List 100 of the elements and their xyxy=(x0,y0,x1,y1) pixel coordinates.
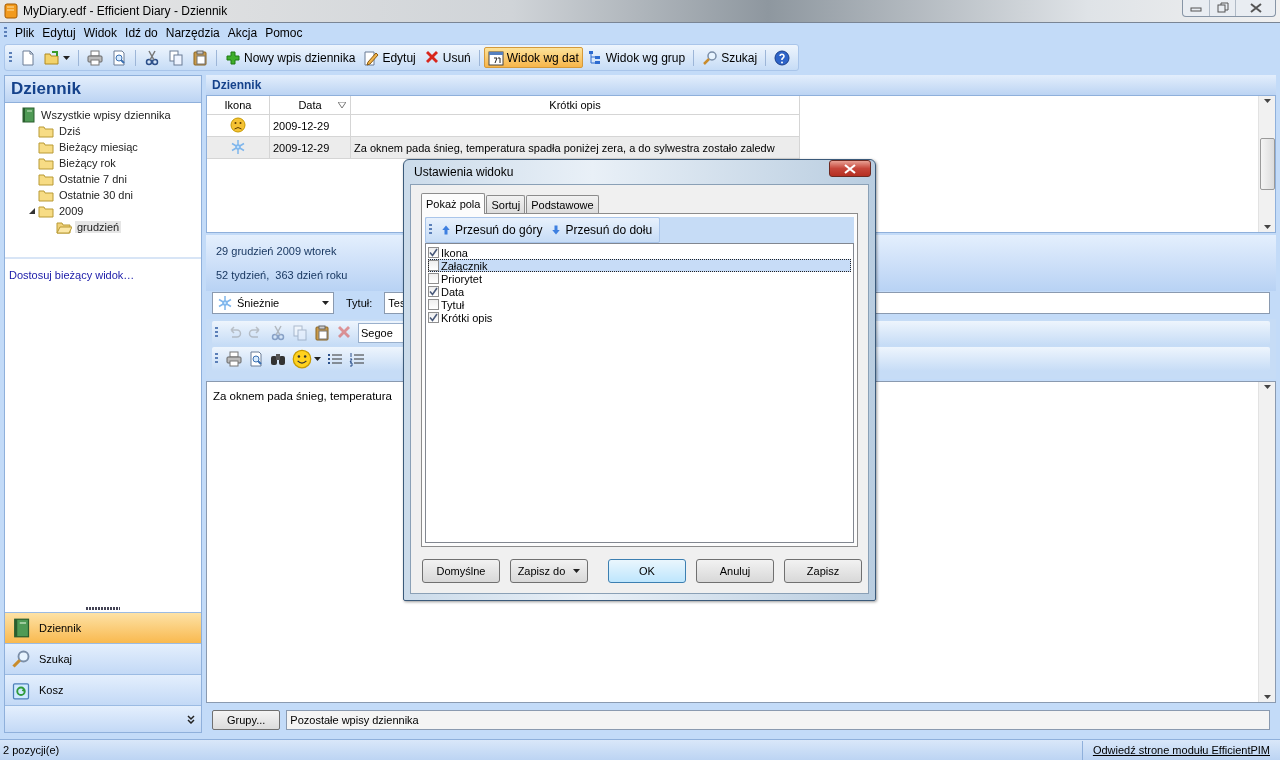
menu-item[interactable]: Idź do xyxy=(121,26,162,40)
folder-icon xyxy=(38,139,54,155)
splitter-handle[interactable] xyxy=(86,607,120,610)
field-row[interactable]: Data xyxy=(428,285,851,298)
group-field: Pozostałe wpisy dziennika xyxy=(286,710,1270,730)
chevron-icon[interactable] xyxy=(187,714,195,724)
format-button[interactable] xyxy=(312,323,332,343)
customize-view-link[interactable]: Dostosuj bieżący widok… xyxy=(9,269,197,281)
minimize-icon xyxy=(1190,4,1202,12)
column-header[interactable]: Ikona xyxy=(207,96,270,115)
scissors-icon xyxy=(144,49,160,66)
pages-icon xyxy=(292,325,308,341)
cross-icon xyxy=(336,325,352,341)
caret-icon xyxy=(1263,385,1271,389)
tab[interactable]: Podstawowe xyxy=(526,195,599,213)
field-row[interactable]: Priorytet xyxy=(428,272,851,285)
toolbar-button[interactable]: Nowy wpis dziennika xyxy=(221,47,360,68)
checkbox[interactable] xyxy=(428,299,439,310)
folder-icon xyxy=(38,123,54,139)
title-label: Tytuł: xyxy=(346,297,373,309)
menu-item[interactable]: Pomoc xyxy=(261,26,307,40)
tree-item[interactable]: Ostatnie 7 dni xyxy=(57,173,129,185)
folder-icon xyxy=(56,219,72,235)
snowflake-icon xyxy=(230,138,246,155)
expanded-icon[interactable] xyxy=(29,208,35,214)
search-icon xyxy=(702,49,719,66)
date-info: 29 grudzień 2009 wtorek xyxy=(216,245,337,257)
caret-icon xyxy=(1263,225,1271,229)
pane-title: Dziennik xyxy=(5,76,201,103)
scrollbar[interactable] xyxy=(1258,382,1275,702)
toolbar-button[interactable]: Szukaj xyxy=(698,47,762,68)
caret-icon xyxy=(1263,695,1271,699)
checkbox[interactable] xyxy=(428,312,439,323)
menu-item[interactable]: Plik xyxy=(11,26,39,40)
calendar-icon xyxy=(487,49,504,66)
module-link[interactable]: Odwiedź strone modułu EfficientPIM xyxy=(1081,740,1280,760)
toolbar-button[interactable]: Usuń xyxy=(419,47,475,68)
caret-icon xyxy=(1263,99,1271,103)
plus-icon xyxy=(225,49,241,66)
book-icon xyxy=(11,618,31,638)
menu-item[interactable]: Widok xyxy=(79,26,122,40)
field-row[interactable]: Krótki opis xyxy=(428,311,851,324)
column-header[interactable]: Data xyxy=(269,96,351,115)
move-button[interactable]: Przesuń do dołu xyxy=(546,219,657,241)
tree-item[interactable]: Bieżący rok xyxy=(57,157,118,169)
nav-button[interactable]: Dziennik xyxy=(5,612,201,643)
column-header[interactable]: Krótki opis xyxy=(350,96,800,115)
field-row[interactable]: Tytuł xyxy=(428,298,851,311)
page-magnifier-icon xyxy=(248,351,264,367)
printer-icon xyxy=(226,351,242,367)
menu-item[interactable]: Narzędzia xyxy=(161,26,224,40)
tree-item[interactable]: grudzień xyxy=(75,221,122,233)
groups-button[interactable]: Grupy... xyxy=(212,710,281,730)
tree-item[interactable]: Dziś xyxy=(57,125,83,137)
close-icon xyxy=(844,163,856,174)
folder-icon xyxy=(38,171,54,187)
mood-dropdown[interactable]: Śnieżnie xyxy=(212,292,334,314)
book-icon xyxy=(20,107,36,123)
nav-button[interactable]: Kosz xyxy=(5,674,201,705)
close-button[interactable] xyxy=(829,160,871,177)
entry-text[interactable]: Za oknem pada śnieg, temperatura xyxy=(213,390,392,402)
diary-app-icon xyxy=(4,3,18,19)
tab[interactable]: Pokaż pola xyxy=(421,193,486,214)
folder-icon xyxy=(38,203,54,219)
menu-item[interactable]: Edytuj xyxy=(38,26,80,40)
tree-item[interactable]: Wszystkie wpisy dziennika xyxy=(39,109,173,121)
checkbox[interactable] xyxy=(428,273,439,284)
clipboard-icon xyxy=(314,325,330,341)
up-arrow-icon xyxy=(440,224,452,236)
restore-icon xyxy=(1216,2,1229,14)
scrollbar[interactable] xyxy=(1258,96,1275,232)
folder-icon xyxy=(38,155,54,171)
checkbox[interactable] xyxy=(428,247,439,258)
toolbar-button[interactable]: Widok wg grup xyxy=(582,47,690,68)
tab[interactable]: Sortuj xyxy=(486,195,526,213)
dialog-button[interactable]: Anuluj xyxy=(696,559,774,583)
dialog-button[interactable]: Zapisz xyxy=(784,559,862,583)
dialog-button[interactable]: Zapisz do xyxy=(510,559,588,583)
nav-button[interactable]: Szukaj xyxy=(5,643,201,674)
search-icon xyxy=(11,649,31,669)
tree-icon xyxy=(586,49,603,66)
insert-button[interactable] xyxy=(290,349,323,369)
snowflake-icon xyxy=(217,295,233,311)
checkbox[interactable] xyxy=(428,286,439,297)
field-row[interactable]: Ikona xyxy=(428,246,851,259)
checkbox[interactable] xyxy=(428,260,439,271)
toolbar-button[interactable]: Edytuj xyxy=(359,47,420,68)
move-button[interactable]: Przesuń do góry xyxy=(436,219,547,241)
tree-item[interactable]: Bieżący miesiąc xyxy=(57,141,140,153)
smiley-icon xyxy=(292,349,312,369)
sort-icon xyxy=(338,102,346,108)
pane-title: Dziennik xyxy=(206,75,1276,96)
dialog-button[interactable]: OK xyxy=(608,559,686,583)
menu-item[interactable]: Akcja xyxy=(223,26,262,40)
scissors-icon xyxy=(270,325,286,341)
dialog-button[interactable]: Domyślne xyxy=(422,559,500,583)
tree-item[interactable]: 2009 xyxy=(57,205,86,217)
toolbar-button[interactable]: Widok wg dat xyxy=(483,47,583,68)
field-row[interactable]: Załącznik xyxy=(428,259,851,272)
tree-item[interactable]: Ostatnie 30 dni xyxy=(57,189,135,201)
